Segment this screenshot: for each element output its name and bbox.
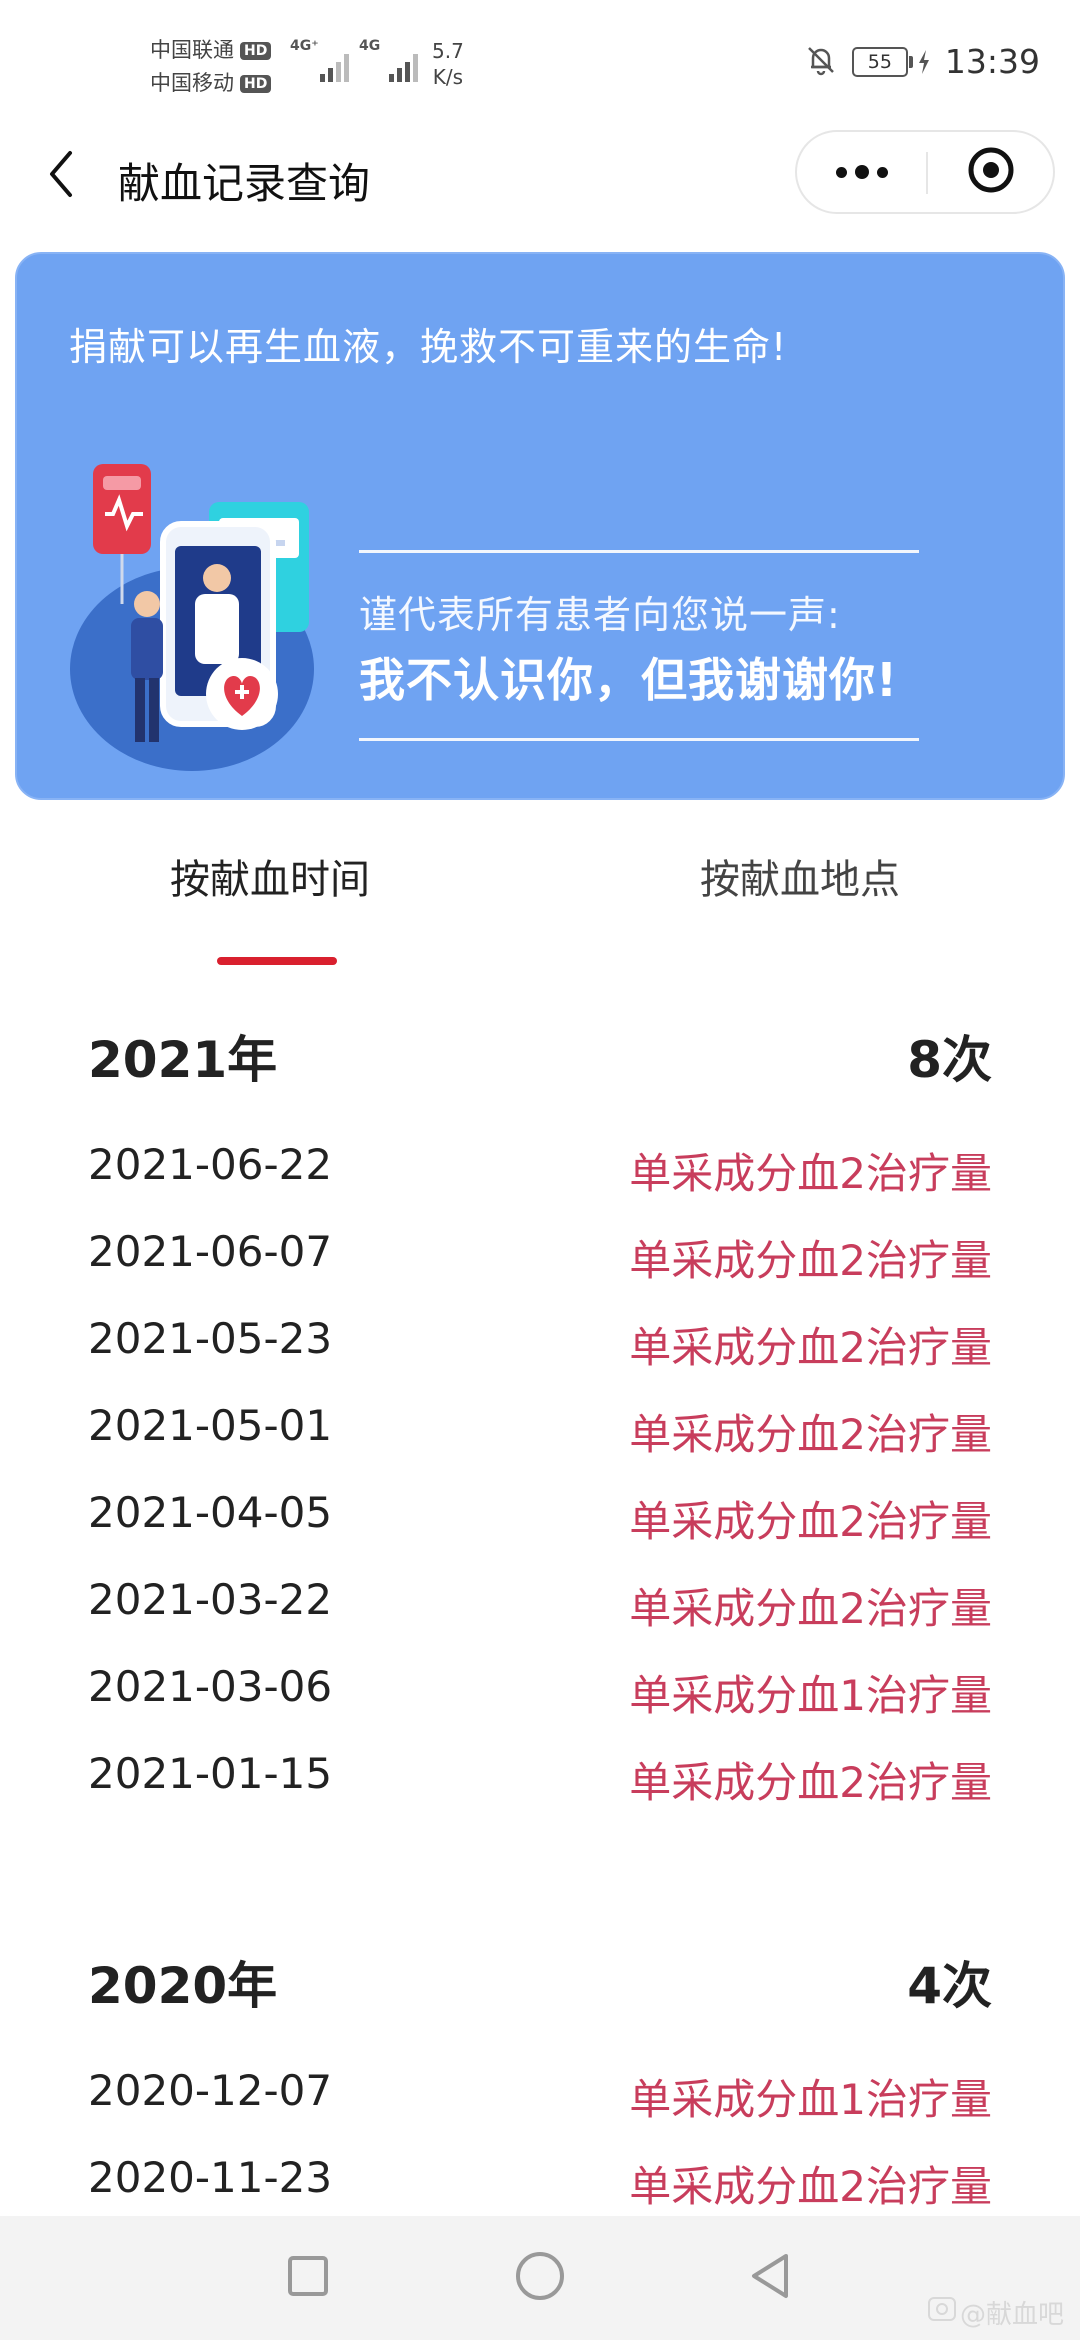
record-type: 单采成分血1治疗量 xyxy=(629,2075,992,2124)
banner-subtitle: 谨代表所有患者向您说一声: xyxy=(359,593,841,637)
sort-tabs: 按献血时间 按献血地点 xyxy=(0,830,1080,970)
record-type: 单采成分血1治疗量 xyxy=(629,1671,992,1720)
record-row[interactable]: 2021-03-06 单采成分血1治疗量 xyxy=(0,1662,1080,1749)
record-date: 2021-04-05 xyxy=(88,1488,333,1537)
tab-by-location[interactable]: 按献血地点 xyxy=(530,830,1070,970)
record-date: 2021-06-07 xyxy=(88,1227,333,1276)
home-circle-icon xyxy=(514,2250,566,2306)
record-row[interactable]: 2021-06-07 单采成分血2治疗量 xyxy=(0,1227,1080,1314)
donation-records: 2021年 8次 2021-06-22 单采成分血2治疗量 2021-06-07 单… xyxy=(0,1000,1080,2327)
network-type: 4G⁺ xyxy=(290,38,319,54)
year-title: 2021年 xyxy=(88,1031,278,1089)
record-row[interactable]: 2021-04-05 单采成分血2治疗量 xyxy=(0,1488,1080,1575)
banner-thanks: 我不认识你，但我谢谢你! xyxy=(359,653,898,707)
record-type: 单采成分血2治疗量 xyxy=(629,1149,992,1198)
hd-badge: HD xyxy=(240,41,272,60)
record-row[interactable]: 2021-05-23 单采成分血2治疗量 xyxy=(0,1314,1080,1401)
divider-line xyxy=(359,738,919,741)
mute-bell-icon xyxy=(804,43,838,81)
record-date: 2021-05-01 xyxy=(88,1401,333,1450)
battery-icon: 55 xyxy=(851,46,931,77)
year-group: 2021年 8次 2021-06-22 单采成分血2治疗量 2021-06-07 单… xyxy=(0,1000,1080,1836)
record-type: 单采成分血2治疗量 xyxy=(629,1497,992,1546)
promo-banner: 捐献可以再生血液，挽救不可重来的生命! 谨代表所有患者向您说一声: 我不认识你，… xyxy=(15,252,1065,800)
year-title: 2020年 xyxy=(88,1957,278,2015)
dot xyxy=(854,165,869,179)
signal-indicators: 4G⁺ 4G xyxy=(290,38,418,82)
record-date: 2020-11-23 xyxy=(88,2153,333,2202)
record-type: 单采成分血2治疗量 xyxy=(629,1323,992,1372)
weibo-icon xyxy=(927,2297,956,2328)
record-type: 单采成分血2治疗量 xyxy=(629,1758,992,1807)
record-type: 单采成分血2治疗量 xyxy=(629,1584,992,1633)
active-tab-indicator xyxy=(217,957,337,965)
year-header: 2021年 8次 xyxy=(0,1000,1080,1110)
signal-icon: 4G xyxy=(359,38,418,82)
divider-line xyxy=(359,550,919,553)
record-date: 2020-12-07 xyxy=(88,2066,333,2115)
carrier-1: 中国联通 xyxy=(150,38,234,62)
network-speed: 5.7 K/s xyxy=(432,39,464,89)
watermark: @献血吧 xyxy=(927,2294,1064,2331)
clock: 13:39 xyxy=(944,42,1040,81)
record-date: 2021-05-23 xyxy=(88,1314,333,1363)
carrier-info: 中国联通 HD 中国移动 HD xyxy=(150,34,272,100)
blood-donation-illustration xyxy=(67,454,347,774)
recents-square-icon xyxy=(286,2254,330,2302)
record-type: 单采成分血2治疗量 xyxy=(629,1410,992,1459)
record-row[interactable]: 2021-05-01 单采成分血2治疗量 xyxy=(0,1401,1080,1488)
record-date: 2021-03-06 xyxy=(88,1662,333,1711)
dot xyxy=(835,166,847,178)
network-type: 4G xyxy=(359,38,381,54)
record-row[interactable]: 2021-06-22 单采成分血2治疗量 xyxy=(0,1140,1080,1227)
title-bar: 献血记录查询 xyxy=(0,128,1080,224)
dot xyxy=(876,166,888,178)
carrier-2: 中国移动 xyxy=(150,71,234,95)
record-date: 2021-03-22 xyxy=(88,1575,333,1624)
page-title: 献血记录查询 xyxy=(118,159,371,208)
year-count: 8次 xyxy=(907,1031,992,1089)
back-button[interactable] xyxy=(36,148,86,204)
banner-headline: 捐献可以再生血液，挽救不可重来的生命! xyxy=(69,325,788,369)
tab-by-time[interactable]: 按献血时间 xyxy=(0,830,540,970)
target-circle-icon xyxy=(966,145,1016,199)
year-header: 2020年 4次 xyxy=(0,1926,1080,2036)
signal-icon: 4G⁺ xyxy=(290,38,349,82)
status-right: 55 13:39 xyxy=(804,42,1040,81)
back-nav-button[interactable] xyxy=(738,2246,802,2310)
record-row[interactable]: 2020-12-07 单采成分血1治疗量 xyxy=(0,2066,1080,2153)
recents-button[interactable] xyxy=(276,2246,340,2310)
chevron-left-icon xyxy=(46,149,76,203)
year-count: 4次 xyxy=(907,1957,992,2015)
record-row[interactable]: 2021-03-22 单采成分血2治疗量 xyxy=(0,1575,1080,1662)
more-button[interactable] xyxy=(797,132,926,212)
system-nav-bar: @献血吧 xyxy=(0,2216,1080,2340)
record-list: 2021-06-22 单采成分血2治疗量 2021-06-07 单采成分血2治疗量 … xyxy=(0,1110,1080,1836)
home-button[interactable] xyxy=(508,2246,572,2310)
back-triangle-icon xyxy=(746,2250,794,2306)
miniprogram-capsule xyxy=(795,130,1055,214)
record-date: 2021-01-15 xyxy=(88,1749,333,1798)
hd-badge: HD xyxy=(240,74,272,93)
record-type: 单采成分血2治疗量 xyxy=(629,1236,992,1285)
status-bar: 中国联通 HD 中国移动 HD 4G⁺ 4G 5.7 K/s 55 13:39 xyxy=(0,0,1080,128)
record-row[interactable]: 2021-01-15 单采成分血2治疗量 xyxy=(0,1749,1080,1836)
close-miniprogram-button[interactable] xyxy=(928,132,1053,212)
record-type: 单采成分血2治疗量 xyxy=(629,2162,992,2211)
record-date: 2021-06-22 xyxy=(88,1140,333,1189)
